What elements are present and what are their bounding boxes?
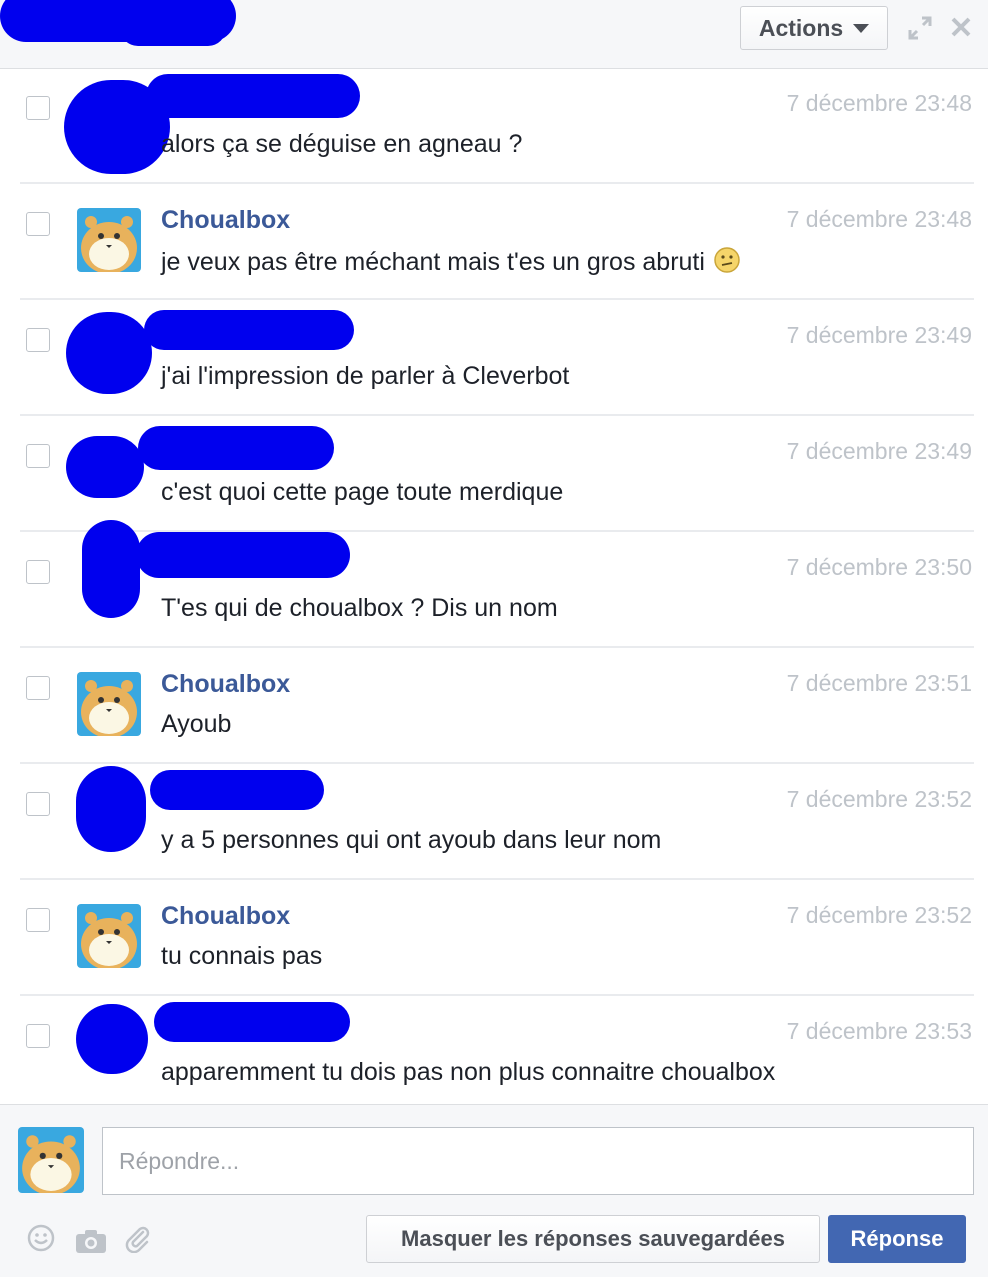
message-checkbox[interactable] [26,212,50,236]
redacted-sender-name [154,1002,350,1042]
close-icon[interactable] [950,16,972,38]
message-checkbox[interactable] [26,328,50,352]
hamster-logo-icon [77,672,141,736]
redacted-avatar [66,436,144,498]
hide-saved-replies-button[interactable]: Masquer les réponses sauvegardées [366,1215,820,1263]
attachment-icon[interactable] [122,1223,152,1253]
message-row: Choualbox 7 décembre 23:52 tu connais pa… [20,882,974,996]
conversation-header: Actions [0,0,988,69]
sender-name[interactable]: Choualbox [161,206,290,235]
message-text: apparemment tu dois pas non plus connait… [161,1058,776,1086]
reply-button[interactable]: Réponse [828,1215,966,1263]
message-timestamp: 7 décembre 23:51 [786,670,972,696]
reply-input[interactable] [102,1127,974,1195]
message-text: alors ça se déguise en agneau ? [161,130,523,158]
message-timestamp: 7 décembre 23:49 [786,322,972,348]
caret-down-icon [853,23,870,33]
message-checkbox[interactable] [26,96,50,120]
message-checkbox[interactable] [26,560,50,584]
message-timestamp: 7 décembre 23:48 [786,90,972,116]
message-text-content: je veux pas être méchant mais t'es un gr… [161,248,705,276]
hamster-logo-icon [77,904,141,968]
message-checkbox[interactable] [26,792,50,816]
message-timestamp: 7 décembre 23:53 [786,1018,972,1044]
redacted-avatar [76,1004,148,1074]
message-row: 7 décembre 23:49 j'ai l'impression de pa… [20,302,974,416]
reply-composer: Masquer les réponses sauvegardées Répons… [0,1104,988,1277]
actions-dropdown-button[interactable]: Actions [740,6,888,50]
message-text: tu connais pas [161,942,323,970]
redacted-avatar [76,766,146,852]
redacted-sender-name [146,74,360,118]
redacted-avatar [82,520,140,618]
redacted-sender-name [150,770,324,810]
sender-name[interactable]: Choualbox [161,670,290,699]
redacted-sender-name [136,532,350,578]
actions-label: Actions [758,14,844,41]
message-timestamp: 7 décembre 23:52 [786,786,972,812]
choualbox-avatar[interactable] [77,208,141,272]
emoji-picker-icon[interactable] [26,1223,56,1253]
message-row: 7 décembre 23:48 alors ça se déguise en … [20,70,974,184]
sender-name[interactable]: Choualbox [161,902,290,931]
redacted-sender-name [138,426,334,470]
message-checkbox[interactable] [26,1024,50,1048]
message-text: T'es qui de choualbox ? Dis un nom [161,594,558,622]
message-text: je veux pas être méchant mais t'es un gr… [161,246,741,277]
message-checkbox[interactable] [26,676,50,700]
message-timestamp: 7 décembre 23:50 [786,554,972,580]
message-text: Ayoub [161,710,232,738]
message-row: Choualbox 7 décembre 23:48 je veux pas ê… [20,186,974,300]
redacted-sender-name [144,310,354,350]
message-timestamp: 7 décembre 23:52 [786,902,972,928]
message-checkbox[interactable] [26,908,50,932]
message-timestamp: 7 décembre 23:49 [786,438,972,464]
message-text: c'est quoi cette page toute merdique [161,478,564,506]
camera-icon[interactable] [74,1227,108,1255]
message-row: 7 décembre 23:53 apparemment tu dois pas… [20,998,974,1112]
redacted-title-part [120,10,226,46]
redacted-avatar [66,312,152,394]
expand-icon[interactable] [906,14,934,42]
message-text: y a 5 personnes qui ont ayoub dans leur … [161,826,662,854]
message-row: 7 décembre 23:52 y a 5 personnes qui ont… [20,766,974,880]
message-timestamp: 7 décembre 23:48 [786,206,972,232]
message-row: Choualbox 7 décembre 23:51 Ayoub [20,650,974,764]
hamster-logo-icon [77,208,141,272]
message-row: 7 décembre 23:50 T'es qui de choualbox ?… [20,520,974,648]
choualbox-avatar[interactable] [77,904,141,968]
choualbox-avatar[interactable] [77,672,141,736]
hamster-logo-icon [18,1127,84,1193]
message-checkbox[interactable] [26,444,50,468]
message-text: j'ai l'impression de parler à Cleverbot [161,362,570,390]
message-row: 7 décembre 23:49 c'est quoi cette page t… [20,418,974,532]
confused-face-icon [714,247,740,273]
my-avatar [18,1127,84,1193]
